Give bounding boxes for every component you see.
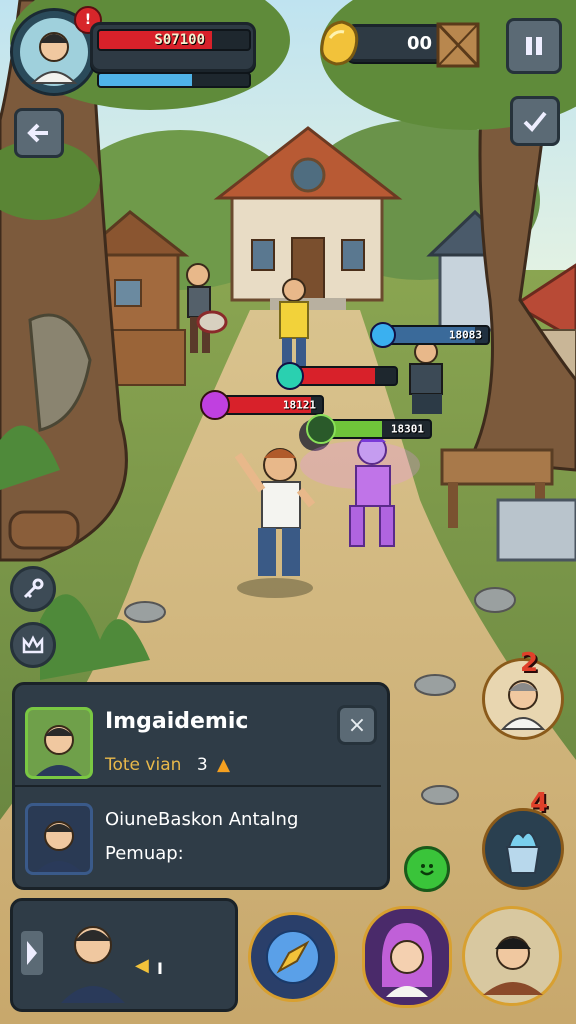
red-unit-value: 18121 <box>282 398 316 412</box>
health-bar: S07100 <box>97 29 251 51</box>
pause-button[interactable] <box>506 18 562 74</box>
teal-gem-icon <box>276 362 304 390</box>
seated-npc[interactable] <box>409 340 443 414</box>
hero-character[interactable] <box>234 448 316 598</box>
dark-hair-hero <box>483 936 543 995</box>
green-orb-icon <box>306 414 336 444</box>
blue-unit-bar: 18083 <box>380 325 490 345</box>
purple-gem-icon <box>200 390 230 420</box>
score-text: S07100 <box>154 32 205 48</box>
expand-arrow-button[interactable] <box>21 931 43 975</box>
key-button[interactable] <box>10 566 56 612</box>
ice-cream-item-button[interactable] <box>482 808 564 890</box>
crate-icon[interactable] <box>434 20 482 70</box>
player-card-portrait <box>61 926 125 1003</box>
blue-unit-value: 18083 <box>448 328 482 342</box>
pause-icon <box>526 37 542 55</box>
dialog-portrait-secondary <box>25 803 93 875</box>
dialog-title: Imgaidemic <box>105 709 249 734</box>
dialog-close-button[interactable]: × <box>337 705 377 745</box>
green-unit-bar: 18301 <box>322 419 432 439</box>
dialog-body-line2: Pemuap: <box>105 843 184 864</box>
flame-icon: ▲ <box>217 755 231 775</box>
megaphone-icon: ◀ <box>135 955 149 976</box>
mana-bar-fill <box>99 74 192 86</box>
dialog-body-line1: OiuneBaskon Antalng <box>105 809 299 830</box>
green-unit-status: 18301 <box>306 414 432 444</box>
player-count: I <box>157 959 163 978</box>
compass-icon <box>266 930 320 984</box>
chevron-right-icon <box>27 941 37 965</box>
dialog-subtitle: Tote vian 3 ▲ <box>105 755 230 775</box>
smiley-button[interactable] <box>404 846 450 892</box>
ally-top-badge: 2 <box>520 648 539 678</box>
checkmark-icon <box>523 111 547 132</box>
crown-button[interactable] <box>10 622 56 668</box>
key-icon <box>23 578 44 599</box>
confirm-button[interactable] <box>510 96 560 146</box>
player-status-frame: S07100 <box>90 22 256 88</box>
smiley-icon <box>420 864 434 876</box>
purple-hair-hero <box>382 923 432 997</box>
teal-unit-bar <box>288 366 398 386</box>
dialog-subtitle-count: 3 <box>196 755 208 775</box>
ice-cream-cup-icon <box>505 831 541 874</box>
close-icon: × <box>347 712 367 738</box>
hero-portrait-purple[interactable] <box>362 906 452 1008</box>
item-bottom-badge: 4 <box>530 788 549 818</box>
game-scene: ! S07100 00 18083 18121 18301 2 4 Imgaid… <box>0 0 576 1024</box>
red-unit-status: 18121 <box>200 390 324 420</box>
dialog-divider <box>15 785 381 787</box>
mana-bar <box>97 72 251 88</box>
blue-unit-status: 18083 <box>370 322 490 348</box>
hero-portrait-dark[interactable] <box>462 906 562 1006</box>
blue-gem-icon <box>370 322 396 348</box>
drummer-npc[interactable] <box>186 263 228 353</box>
dialog-subtitle-text: Tote vian <box>105 755 182 775</box>
crown-icon <box>22 635 44 654</box>
teal-unit-status <box>276 362 398 390</box>
red-unit-bar: 18121 <box>214 395 324 415</box>
back-button[interactable] <box>14 108 64 158</box>
dialog-portrait-main <box>25 707 93 779</box>
coin-count: 00 <box>406 32 432 54</box>
character-dialog: Imgaidemic Tote vian 3 ▲ × OiuneBaskon A… <box>12 682 390 890</box>
gold-nugget-icon <box>320 20 359 66</box>
alert-badge-text: ! <box>84 12 92 28</box>
arrow-left-icon <box>27 123 48 143</box>
compass-button[interactable] <box>248 912 338 1002</box>
yellow-shirt-npc[interactable] <box>279 278 309 374</box>
player-card[interactable]: ◀ I <box>10 898 238 1012</box>
green-unit-value: 18301 <box>390 422 424 436</box>
